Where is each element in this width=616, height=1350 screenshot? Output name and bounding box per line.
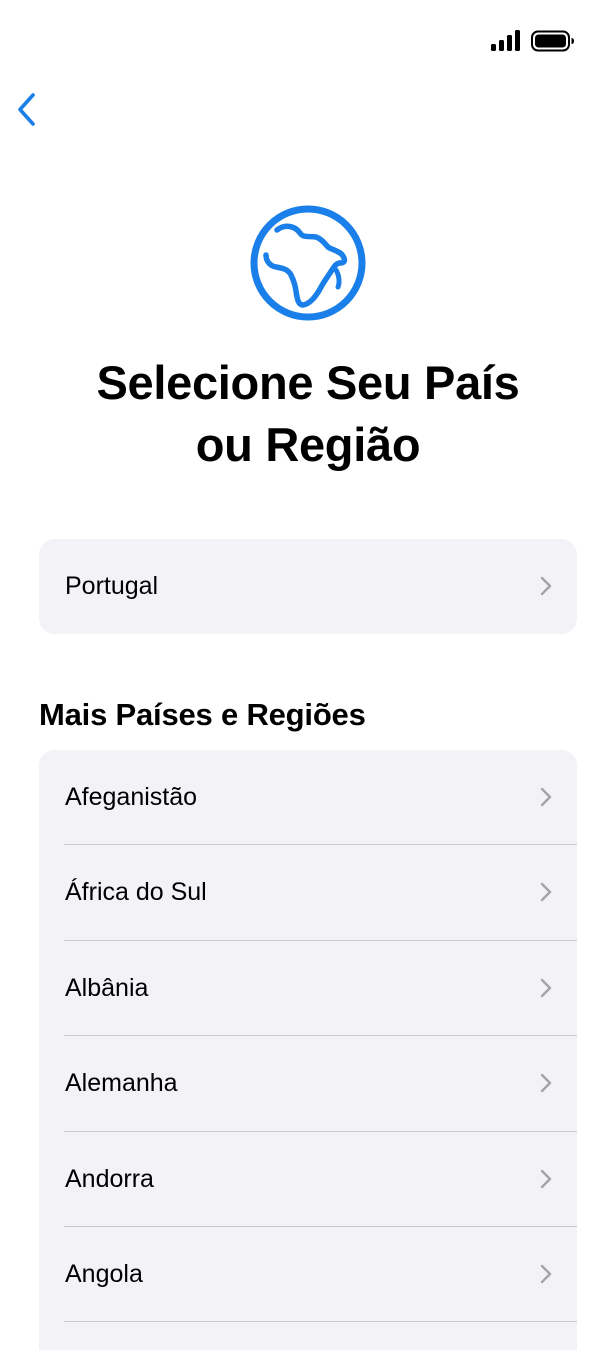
chevron-right-icon <box>540 576 552 596</box>
list-item[interactable]: África do Sul <box>39 845 577 941</box>
chevron-left-icon <box>18 93 35 126</box>
chevron-right-icon <box>540 978 552 997</box>
region-label: África do Sul <box>65 878 207 907</box>
list-item[interactable]: Albânia <box>39 941 577 1037</box>
page-title-line2: ou Região <box>195 418 421 471</box>
page-title: Selecione Seu País ou Região <box>30 352 586 476</box>
list-item[interactable]: Angola <box>39 1227 577 1323</box>
globe-africa-icon <box>250 205 366 321</box>
list-item[interactable]: Andorra <box>39 1132 577 1227</box>
region-label: Alemanha <box>65 1069 178 1098</box>
chevron-right-icon <box>540 1073 552 1093</box>
battery-full-icon <box>531 30 574 52</box>
section-header-more-regions: Mais Países e Regiões <box>39 697 366 732</box>
row-divider <box>64 1321 577 1323</box>
region-label: Andorra <box>65 1164 154 1193</box>
region-label: Angola <box>65 1259 143 1288</box>
region-list: Afeganistão África do Sul Albânia Aleman… <box>39 750 577 1350</box>
region-label: Afeganistão <box>65 783 198 811</box>
list-item[interactable]: Afeganistão <box>39 750 577 846</box>
region-row-portugal[interactable]: Portugal <box>39 539 577 634</box>
current-region-group: Portugal <box>39 539 577 634</box>
chevron-right-icon <box>540 883 552 902</box>
chevron-right-icon <box>540 787 552 807</box>
chevron-right-icon <box>540 1169 552 1188</box>
back-button[interactable] <box>8 88 48 132</box>
cellular-signal-icon <box>491 30 520 51</box>
status-bar <box>0 0 616 80</box>
chevron-right-icon <box>540 1264 552 1284</box>
page-title-line1: Selecione Seu País <box>96 356 520 409</box>
region-label: Albânia <box>65 973 149 1002</box>
list-item[interactable]: Alemanha <box>39 1036 577 1132</box>
region-label: Portugal <box>65 572 159 600</box>
